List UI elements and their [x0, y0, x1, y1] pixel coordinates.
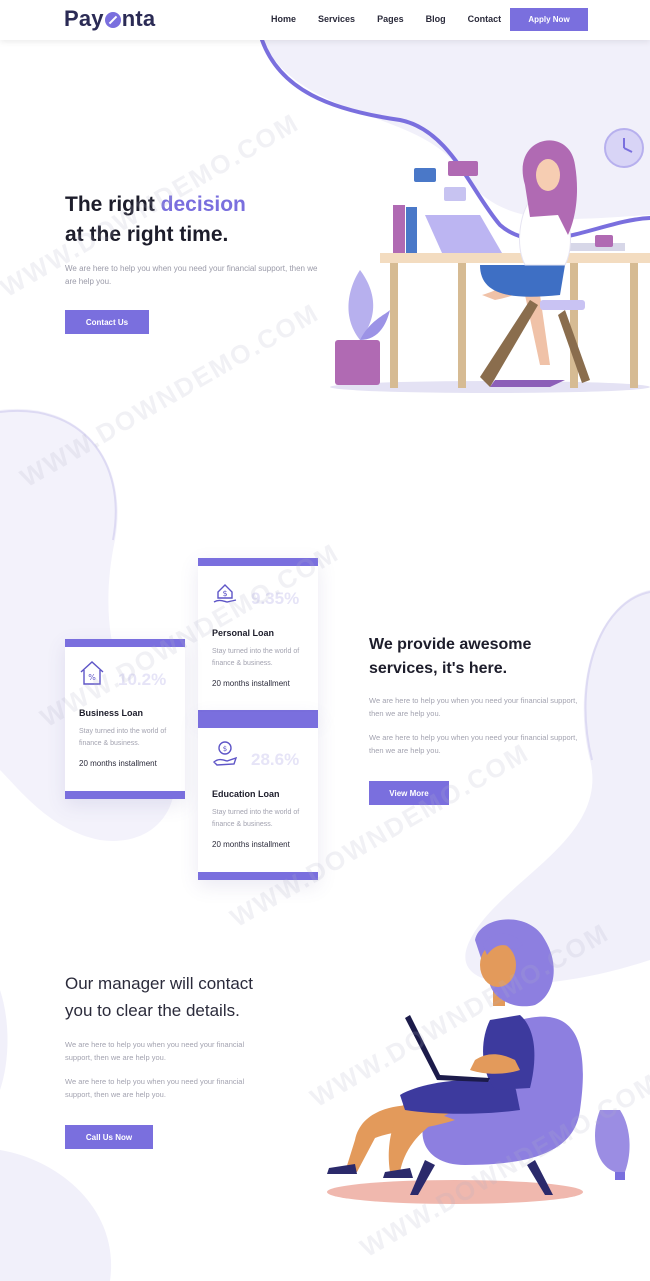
nav-services[interactable]: Services	[318, 14, 355, 24]
loan-rate: 28.6%	[251, 750, 300, 769]
hero-description: We are here to help you when you need yo…	[65, 264, 318, 286]
site-header: Pay nta Home Services Pages Blog Contact …	[0, 0, 650, 40]
loan-card-education[interactable]: $ 28.6% Education Loan Stay turned into …	[198, 712, 318, 880]
manager-title: Our manager will contact you to clear th…	[65, 970, 253, 1024]
services-paragraph-2: We are here to help you when you need yo…	[369, 733, 578, 755]
svg-text:$: $	[223, 745, 227, 753]
services-paragraph-1: We are here to help you when you need yo…	[369, 696, 578, 718]
services-title: We provide awesome services, it's here.	[369, 633, 531, 681]
manager-paragraph-2: We are here to help you when you need yo…	[65, 1077, 245, 1099]
services-title-line1: We provide awesome	[369, 636, 532, 653]
card-bottom-bar	[65, 791, 185, 799]
coin-hand-icon: $	[212, 741, 238, 766]
services-title-line2: services, it's here.	[369, 660, 508, 677]
loan-description: Stay turned into the world of finance & …	[212, 648, 300, 667]
card-top-bar	[198, 712, 318, 728]
loan-installment: 20 months installment	[212, 679, 290, 688]
nav-pages[interactable]: Pages	[377, 14, 404, 24]
loan-installment: 20 months installment	[212, 840, 290, 849]
brand-logo[interactable]: Pay nta	[64, 6, 155, 32]
manager-paragraph-1: We are here to help you when you need yo…	[65, 1040, 245, 1062]
logo-text-suffix: nta	[121, 6, 156, 31]
loan-description: Stay turned into the world of finance & …	[212, 809, 300, 828]
nav-home[interactable]: Home	[271, 14, 296, 24]
watermark: WWW.DOWNDEMO.COM	[14, 297, 325, 493]
apply-now-button[interactable]: Apply Now	[510, 8, 588, 31]
loan-installment: 20 months installment	[79, 759, 157, 768]
logo-text-prefix: Pay	[64, 6, 104, 31]
loan-name: Education Loan	[212, 789, 280, 799]
main-nav: Home Services Pages Blog Contact	[271, 14, 501, 24]
loan-description: Stay turned into the world of finance & …	[79, 728, 167, 747]
call-us-now-button[interactable]: Call Us Now	[65, 1125, 153, 1149]
contact-us-button[interactable]: Contact Us	[65, 310, 149, 334]
nav-contact[interactable]: Contact	[468, 14, 502, 24]
manager-title-line1: Our manager will contact	[65, 974, 254, 993]
manager-title-line2: you to clear the details.	[65, 1001, 240, 1020]
nav-blog[interactable]: Blog	[426, 14, 446, 24]
woman-at-desk-illustration	[330, 128, 650, 393]
logo-mark-icon	[104, 12, 121, 28]
